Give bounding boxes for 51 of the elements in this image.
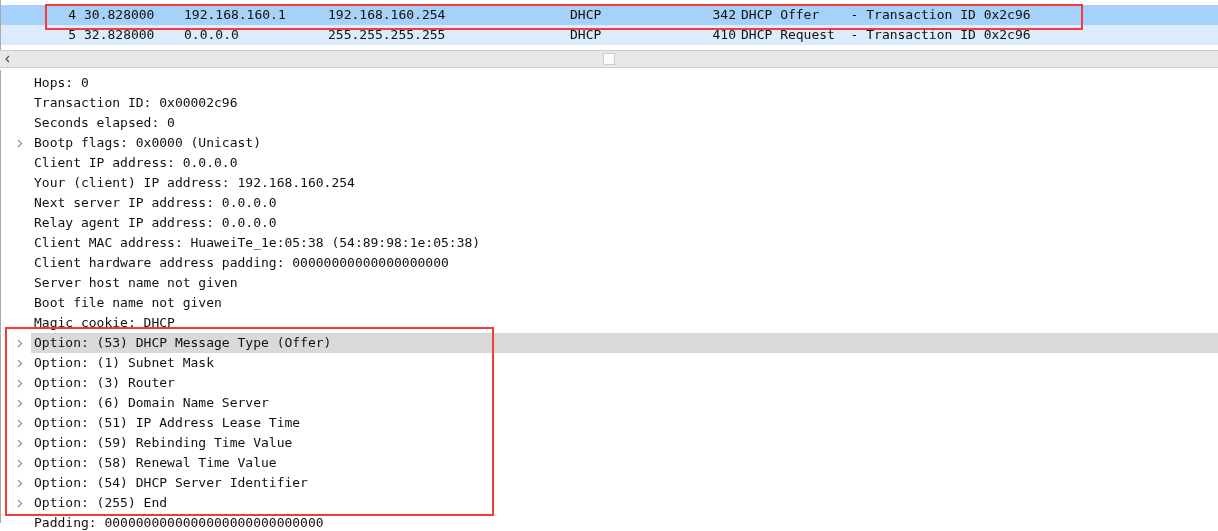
expand-chevron-icon[interactable] xyxy=(17,418,23,428)
field-line[interactable]: Next server IP address: 0.0.0.0 xyxy=(31,193,280,213)
packet-no-cell-text: 4 xyxy=(67,6,77,24)
packet-time-cell-text: 30.828000 xyxy=(84,6,156,24)
field-line[interactable]: Relay agent IP address: 0.0.0.0 xyxy=(31,213,280,233)
field-line[interactable]: Padding: 0000000000000000000000000000 xyxy=(31,513,327,531)
field-line[interactable]: Client MAC address: HuaweiTe_1e:05:38 (54:89:98:1e:05:38) xyxy=(31,233,484,253)
expand-chevron-icon[interactable] xyxy=(17,358,23,368)
scroll-thumb[interactable] xyxy=(603,53,615,65)
packet-row[interactable]: 5 32.828000 0.0.0.0 255.255.255.255 DHCP 410 DHCP Request - Transaction ID 0x2c96 xyxy=(1,25,1218,45)
expand-chevron-icon[interactable] xyxy=(17,338,23,348)
packet-protocol-cell-text: DHCP xyxy=(570,6,603,24)
scroll-left-icon[interactable] xyxy=(5,55,10,63)
field-line[interactable]: Hops: 0 xyxy=(31,73,92,93)
field-line[interactable]: Option: (58) Renewal Time Value xyxy=(31,453,280,473)
field-line[interactable]: Client hardware address padding: 00000000000000000000 xyxy=(31,253,452,273)
field-line[interactable]: Your (client) IP address: 192.168.160.254 xyxy=(31,173,358,193)
expand-chevron-icon[interactable] xyxy=(17,438,23,448)
packet-destination-cell-text: 255.255.255.255 xyxy=(328,26,447,44)
packet-length-cell-text: 342 xyxy=(711,6,737,24)
expand-chevron-icon[interactable] xyxy=(17,138,23,148)
field-line[interactable]: Server host name not given xyxy=(31,273,241,293)
field-line[interactable]: Option: (51) IP Address Lease Time xyxy=(31,413,304,433)
packet-row[interactable]: 4 30.828000 192.168.160.1 192.168.160.254 DHCP 342 DHCP Offer - Transaction ID 0x2c96 xyxy=(1,5,1218,25)
field-line[interactable]: Client IP address: 0.0.0.0 xyxy=(31,153,241,173)
packet-length-cell-text: 410 xyxy=(711,26,737,44)
field-line[interactable]: Option: (3) Router xyxy=(31,373,178,393)
field-line[interactable]: Seconds elapsed: 0 xyxy=(31,113,178,133)
packet-protocol-cell-text: DHCP xyxy=(570,26,603,44)
field-line[interactable]: Bootp flags: 0x0000 (Unicast) xyxy=(31,133,264,153)
expand-chevron-icon[interactable] xyxy=(17,378,23,388)
packet-source-cell-text: 192.168.160.1 xyxy=(184,6,287,24)
packet-source-cell-text: 0.0.0.0 xyxy=(184,26,240,44)
field-line[interactable]: Option: (6) Domain Name Server xyxy=(31,393,272,413)
expand-chevron-icon[interactable] xyxy=(17,478,23,488)
expand-chevron-icon[interactable] xyxy=(17,458,23,468)
field-line[interactable]: Magic cookie: DHCP xyxy=(31,313,178,333)
field-line[interactable]: Option: (59) Rebinding Time Value xyxy=(31,433,296,453)
packet-info-cell-text: DHCP Request - Transaction ID 0x2c96 xyxy=(741,26,1032,44)
field-line[interactable]: Option: (1) Subnet Mask xyxy=(31,353,217,373)
expand-chevron-icon[interactable] xyxy=(17,398,23,408)
field-line[interactable]: Transaction ID: 0x00002c96 xyxy=(31,93,241,113)
field-line[interactable]: Option: (255) End xyxy=(31,493,171,513)
packet-time-cell-text: 32.828000 xyxy=(84,26,156,44)
packet-destination-cell-text: 192.168.160.254 xyxy=(328,6,447,24)
expand-chevron-icon[interactable] xyxy=(17,498,23,508)
horizontal-scrollbar[interactable] xyxy=(0,50,1218,68)
packet-info-cell-text: DHCP Offer - Transaction ID 0x2c96 xyxy=(741,6,1032,24)
field-line[interactable]: Boot file name not given xyxy=(31,293,225,313)
packet-no-cell-text: 5 xyxy=(67,26,77,44)
field-line[interactable]: Option: (54) DHCP Server Identifier xyxy=(31,473,311,493)
